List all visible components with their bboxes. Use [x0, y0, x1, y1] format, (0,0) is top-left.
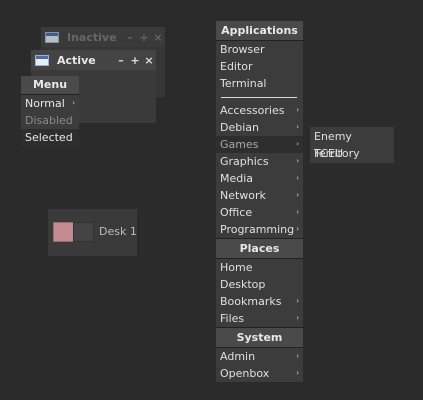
window-icon — [35, 54, 49, 66]
active-titlebar[interactable]: Active – + × — [31, 50, 156, 70]
maximize-button[interactable]: + — [137, 31, 151, 44]
system-header: System — [216, 327, 303, 348]
menu-item-desktop[interactable]: Desktop — [216, 276, 303, 293]
submenu-arrow-icon: › — [72, 99, 75, 107]
menu-item-label: Media — [220, 172, 254, 185]
inactive-titlebar[interactable]: Inactive – + × — [41, 27, 165, 47]
submenu-arrow-icon: › — [296, 157, 299, 165]
menu-item-games[interactable]: Games › — [216, 136, 303, 153]
window-icon — [45, 31, 59, 43]
desktop-1-thumbnail[interactable] — [53, 222, 74, 242]
submenu-arrow-icon: › — [296, 352, 299, 360]
menu-item-label: Home — [220, 261, 253, 274]
menu-item-label: Accessories — [220, 104, 285, 117]
menu-item-label: Debian — [220, 121, 259, 134]
submenu-arrow-icon: › — [296, 140, 299, 148]
submenu-arrow-icon: › — [296, 191, 299, 199]
submenu-arrow-icon: › — [296, 106, 299, 114]
window-title: Active — [57, 53, 96, 67]
games-submenu: Enemy Territory FCEU — [310, 127, 394, 163]
menu-item-accessories[interactable]: Accessories › — [216, 102, 303, 119]
menu-item-selected[interactable]: Selected — [21, 129, 79, 146]
menu-item-graphics[interactable]: Graphics › — [216, 153, 303, 170]
desktop-2-thumbnail[interactable] — [73, 222, 94, 242]
menu-item-media[interactable]: Media › — [216, 170, 303, 187]
desktop-pager: Desk 1 — [48, 209, 137, 256]
menu-item-label: Bookmarks — [220, 295, 282, 308]
maximize-button[interactable]: + — [128, 54, 142, 67]
menu-item-normal[interactable]: Normal › — [21, 95, 79, 112]
submenu-arrow-icon: › — [296, 123, 299, 131]
menu-item-terminal[interactable]: Terminal — [216, 75, 303, 92]
menu-item-files[interactable]: Files › — [216, 310, 303, 327]
menu-item-home[interactable]: Home — [216, 259, 303, 276]
menu-item-label: Openbox — [220, 367, 270, 380]
pager-label: Desk 1 — [99, 225, 137, 238]
menu-header: Menu — [21, 76, 79, 95]
applications-header: Applications — [216, 21, 303, 41]
sample-menu: Menu Normal › Disabled Selected — [21, 76, 79, 146]
menu-item-label: Selected — [25, 131, 73, 144]
submenu-arrow-icon: › — [296, 369, 299, 377]
menu-item-editor[interactable]: Editor — [216, 58, 303, 75]
menu-separator — [216, 92, 303, 102]
menu-item-label: Admin — [220, 350, 256, 363]
menu-item-openbox[interactable]: Openbox › — [216, 365, 303, 382]
applications-menu: Applications Browser Editor Terminal Acc… — [216, 21, 303, 382]
close-button[interactable]: × — [142, 54, 156, 67]
submenu-arrow-icon: › — [296, 314, 299, 322]
menu-item-label: Office — [220, 206, 253, 219]
menu-item-admin[interactable]: Admin › — [216, 348, 303, 365]
submenu-arrow-icon: › — [296, 297, 299, 305]
places-header: Places — [216, 238, 303, 259]
minimize-button[interactable]: – — [123, 31, 137, 44]
menu-item-label: Graphics — [220, 155, 269, 168]
menu-item-debian[interactable]: Debian › — [216, 119, 303, 136]
menu-item-label: Games — [220, 138, 259, 151]
menu-item-disabled: Disabled — [21, 112, 79, 129]
submenu-arrow-icon: › — [296, 208, 299, 216]
menu-item-enemy-territory[interactable]: Enemy Territory — [310, 128, 394, 160]
menu-item-label: Desktop — [220, 278, 266, 291]
menu-item-office[interactable]: Office › — [216, 204, 303, 221]
minimize-button[interactable]: – — [114, 54, 128, 67]
menu-item-label: Files — [220, 312, 245, 325]
menu-item-network[interactable]: Network › — [216, 187, 303, 204]
close-button[interactable]: × — [151, 31, 165, 44]
window-title: Inactive — [67, 30, 117, 44]
menu-item-bookmarks[interactable]: Bookmarks › — [216, 293, 303, 310]
menu-item-label: Disabled — [25, 114, 73, 127]
menu-item-label: Network — [220, 189, 266, 202]
menu-item-label: Programming — [220, 223, 295, 236]
menu-item-programming[interactable]: Programming › — [216, 221, 303, 238]
submenu-arrow-icon: › — [296, 225, 299, 233]
menu-item-label: Normal — [25, 97, 65, 110]
submenu-arrow-icon: › — [296, 174, 299, 182]
menu-item-browser[interactable]: Browser — [216, 41, 303, 58]
